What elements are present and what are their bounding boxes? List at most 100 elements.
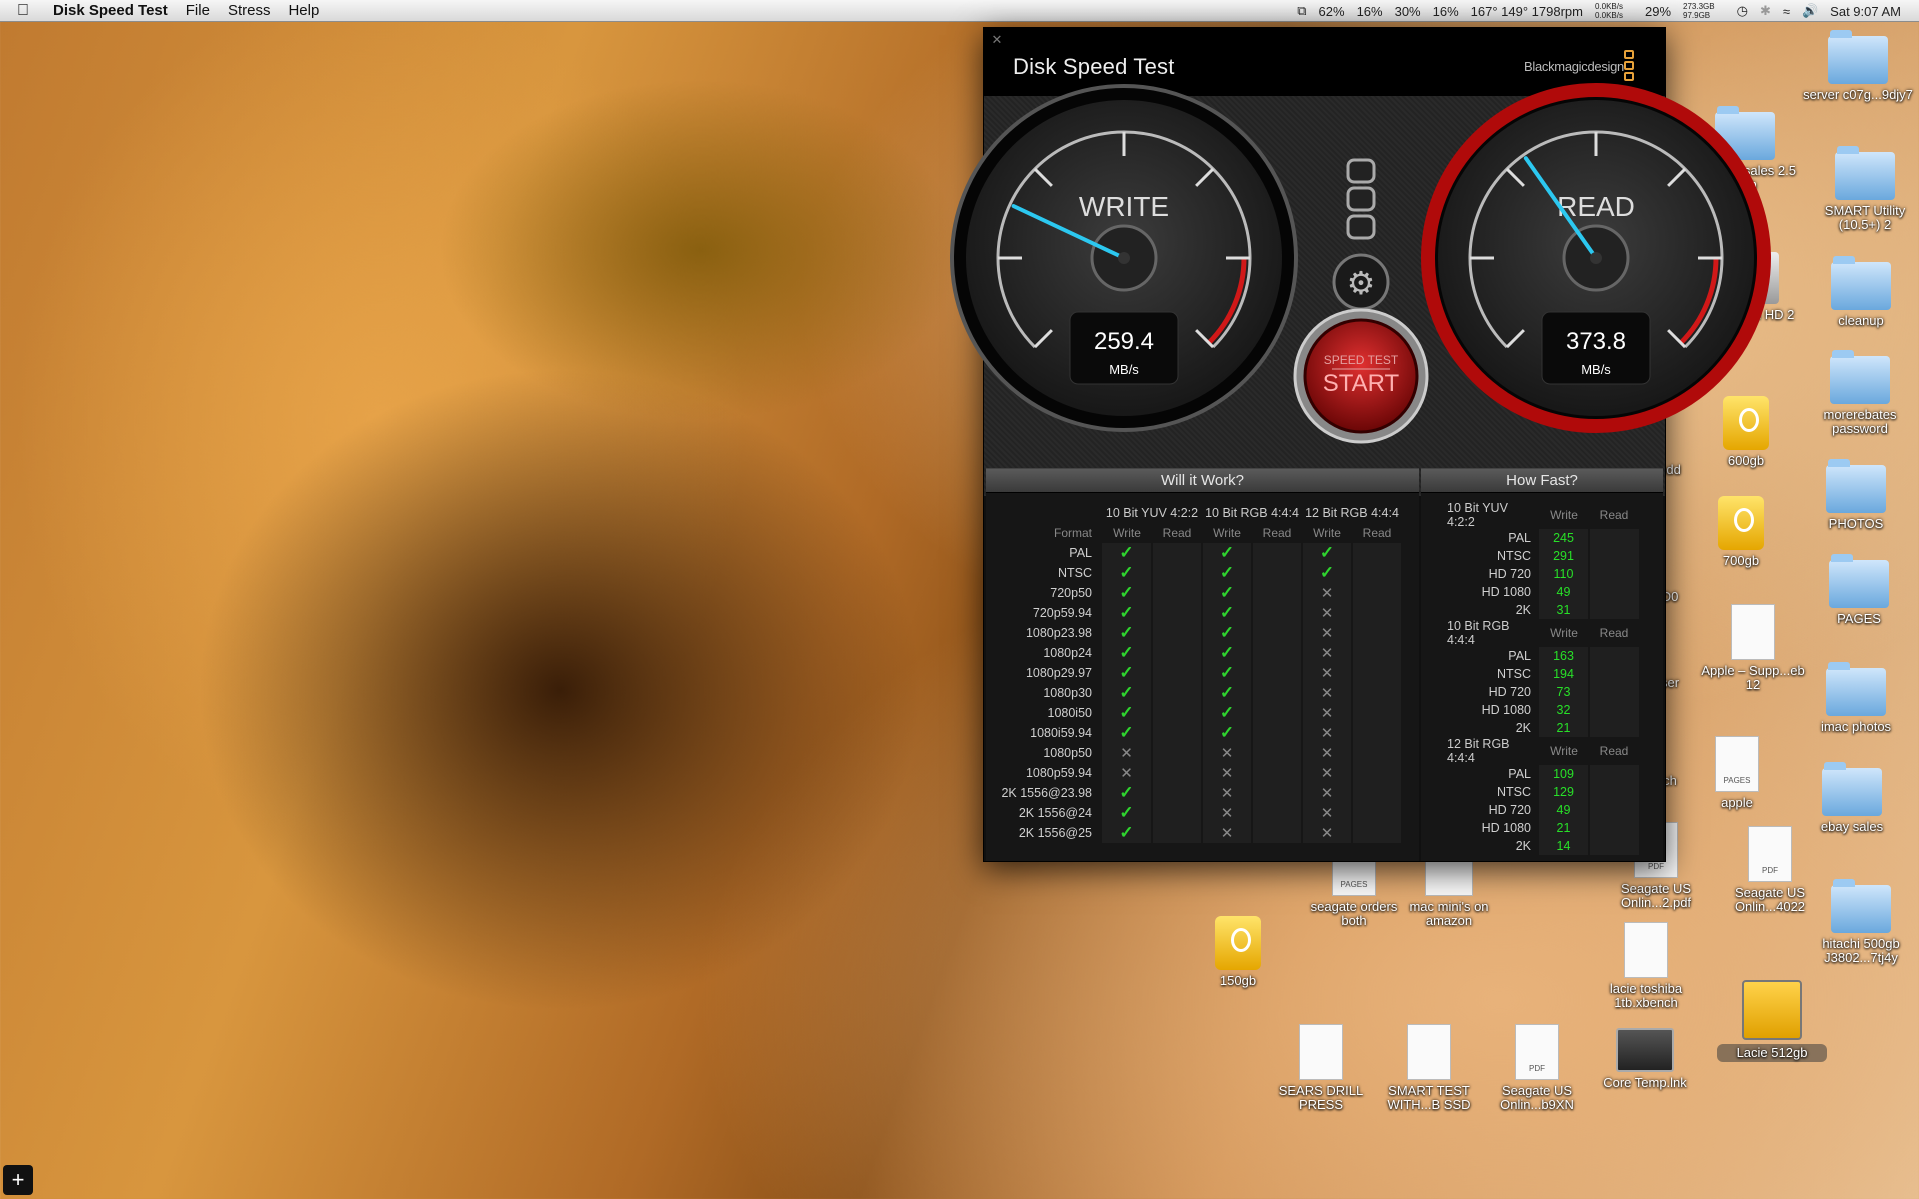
memory-status[interactable]: 29% xyxy=(1645,4,1671,19)
menu-stress[interactable]: Stress xyxy=(228,2,271,19)
read-cell xyxy=(1352,623,1403,643)
format-row: 2K 1556@24 ✓ ✕ ✕ xyxy=(998,803,1403,823)
format-name: 2K xyxy=(1515,839,1531,853)
desktop-drive-700gb[interactable]: 700gb xyxy=(1686,496,1796,568)
format-row: 720p59.94 ✓ ✓ ✕ xyxy=(998,603,1403,623)
svg-text:⚙: ⚙ xyxy=(1347,264,1376,302)
add-icon[interactable]: + xyxy=(3,1165,33,1195)
cross-icon: ✕ xyxy=(1302,663,1353,683)
desktop-folder-morerebates[interactable]: morerebates password xyxy=(1805,350,1915,436)
icon-label: 150gb xyxy=(1219,973,1257,988)
format-name: HD 1080 xyxy=(1481,585,1531,599)
read-cell xyxy=(1352,563,1403,583)
desktop-folder-cleanup[interactable]: cleanup xyxy=(1806,256,1916,328)
document-icon xyxy=(1407,1024,1451,1080)
read-cell xyxy=(1352,803,1403,823)
write-fps-value: 49 xyxy=(1539,801,1590,819)
read-speed-unit: MB/s xyxy=(1581,362,1611,377)
speed-row: PAL 245 xyxy=(1433,529,1639,547)
read-cell xyxy=(1352,743,1403,763)
format-name: NTSC xyxy=(1496,785,1531,799)
read-cell xyxy=(1252,683,1303,703)
check-icon: ✓ xyxy=(1102,823,1153,843)
cross-icon: ✕ xyxy=(1302,603,1353,623)
network-status[interactable]: 0.0KB/s 0.0KB/s xyxy=(1595,2,1635,20)
settings-gear-icon[interactable]: ⚙ xyxy=(1332,253,1390,311)
cpu-status-1[interactable]: 16% xyxy=(1357,4,1383,19)
cpu-status-2[interactable]: 30% xyxy=(1395,4,1421,19)
desktop-file-apple-supp[interactable]: Apple – Supp...eb 12 xyxy=(1698,604,1808,692)
desktop-folder-pages[interactable]: PAGES xyxy=(1804,554,1914,626)
desktop-folder-photos[interactable]: PHOTOS xyxy=(1801,459,1911,531)
read-cell xyxy=(1352,643,1403,663)
bluetooth-icon[interactable]: ✱ xyxy=(1760,3,1771,19)
desktop-file-sears[interactable]: SEARS DRILL PRESS xyxy=(1266,1024,1376,1112)
format-name: 1080p50 xyxy=(1043,746,1092,760)
format-name: 1080i50 xyxy=(1047,706,1093,720)
desktop-file-apple[interactable]: PAGES apple xyxy=(1682,736,1792,810)
read-cell xyxy=(1152,783,1203,803)
format-name: 1080p24 xyxy=(1043,646,1092,660)
desktop-folder-server[interactable]: server c07g...9djy7 xyxy=(1803,30,1913,102)
apple-menu-icon[interactable]:  xyxy=(17,2,39,20)
temperature-status[interactable]: 167° 149° 1798rpm xyxy=(1471,4,1583,19)
folder-icon xyxy=(1826,662,1886,716)
start-button[interactable]: SPEED TEST START xyxy=(1293,308,1429,444)
read-cell xyxy=(1589,601,1639,619)
desktop-folder-imac-photos[interactable]: imac photos xyxy=(1801,662,1911,734)
speed-row: NTSC 194 xyxy=(1433,665,1639,683)
pdf-document-icon: PDF xyxy=(1515,1024,1559,1080)
read-cell xyxy=(1152,543,1203,563)
wifi-icon[interactable]: ≈ xyxy=(1783,4,1790,19)
cross-icon: ✕ xyxy=(1302,803,1353,823)
format-name: 2K xyxy=(1515,721,1531,735)
cross-icon: ✕ xyxy=(1202,803,1253,823)
desktop-drive-600gb[interactable]: 600gb xyxy=(1691,396,1801,468)
read-cell xyxy=(1152,743,1203,763)
clock[interactable]: Sat 9:07 AM xyxy=(1830,4,1901,19)
desktop-file-smart-test[interactable]: SMART TEST WITH...B SSD xyxy=(1374,1024,1484,1112)
desktop-folder-hitachi[interactable]: hitachi 500gb J3802...7tj4y xyxy=(1806,879,1916,965)
disk-status[interactable]: 273.3GB 97.9GB xyxy=(1683,2,1727,20)
battery-status[interactable]: 62% xyxy=(1319,4,1345,19)
cpu-status-3[interactable]: 16% xyxy=(1433,4,1459,19)
format-row: NTSC ✓ ✓ ✓ xyxy=(998,563,1403,583)
volume-icon[interactable]: 🔊 xyxy=(1802,3,1818,19)
cross-icon: ✕ xyxy=(1102,743,1153,763)
close-icon[interactable]: ✕ xyxy=(990,33,1004,47)
desktop-drive-150gb[interactable]: 150gb xyxy=(1183,916,1293,988)
read-cell xyxy=(1589,783,1639,801)
read-cell xyxy=(1589,583,1639,601)
read-cell xyxy=(1352,723,1403,743)
read-header: Read xyxy=(1599,508,1629,522)
format-name: NTSC xyxy=(1496,549,1531,563)
desktop-folder-smart-utility[interactable]: SMART Utility (10.5+) 2 xyxy=(1810,146,1919,232)
check-icon: ✓ xyxy=(1102,723,1153,743)
time-machine-icon[interactable]: ◷ xyxy=(1737,3,1748,19)
desktop-file-lacie-xbench[interactable]: lacie toshiba 1tb.xbench xyxy=(1591,922,1701,1010)
read-cell xyxy=(1152,683,1203,703)
menu-app-name[interactable]: Disk Speed Test xyxy=(53,2,168,19)
cross-icon: ✕ xyxy=(1302,583,1353,603)
menu-file[interactable]: File xyxy=(186,2,210,19)
format-name: HD 720 xyxy=(1488,685,1531,699)
desktop-drive-lacie-512[interactable]: Lacie 512gb xyxy=(1717,980,1827,1062)
desktop-file-mac-mini[interactable]: mac mini's on amazon xyxy=(1394,860,1504,928)
icon-label: Apple – Supp...eb 12 xyxy=(1701,663,1805,692)
menu-help[interactable]: Help xyxy=(288,2,319,19)
desktop-file-seagate-orders[interactable]: PAGES seagate orders both xyxy=(1299,860,1409,928)
window-switch-icon[interactable]: ⧉ xyxy=(1297,3,1306,19)
desktop-file-seagate-b9xn[interactable]: PDF Seagate US Onlin...b9XN xyxy=(1482,1024,1592,1112)
speed-row: PAL 163 xyxy=(1433,647,1639,665)
write-fps-value: 163 xyxy=(1539,647,1590,665)
start-button-caption: SPEED TEST xyxy=(1324,353,1399,367)
check-icon: ✓ xyxy=(1302,543,1353,563)
check-icon: ✓ xyxy=(1202,543,1253,563)
desktop-file-core-temp[interactable]: Core Temp.lnk xyxy=(1590,1028,1700,1090)
write-speed-value: 259.4 xyxy=(1094,328,1154,355)
speed-row: HD 1080 32 xyxy=(1433,701,1639,719)
read-cell xyxy=(1352,703,1403,723)
gauges: WRITE 259.4 MB/s READ 373.8 MB/s ⚙ SPEED… xyxy=(950,83,1771,444)
cross-icon: ✕ xyxy=(1302,823,1353,843)
desktop-folder-ebay-sales[interactable]: ebay sales xyxy=(1797,762,1907,834)
